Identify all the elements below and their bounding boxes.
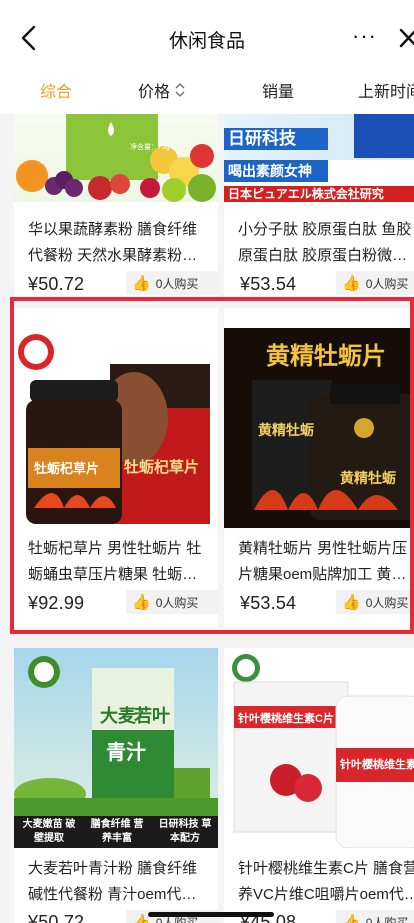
thumbs-up-icon: 👍: [342, 593, 361, 611]
box-label-juice: 青汁: [106, 742, 146, 764]
sort-tabs: 综合 价格 销量 上新时间: [0, 76, 414, 114]
feature-tag: 大麦嫩苗 破壁提取: [22, 819, 76, 844]
thumbs-up-icon: 👍: [132, 274, 151, 292]
package-net-weight: 净含量：75g: [130, 144, 170, 151]
product-card[interactable]: 牡蛎杞草片 牡蛎杞草片 牡蛎杞草片 男性牡蛎片 牡蛎蛹虫草压片糖果 牡蛎片oem…: [14, 308, 218, 628]
sold-count-label: 0人购买: [365, 915, 409, 923]
fruit-illustration: [16, 114, 216, 202]
box-label-leaf: 若叶: [134, 706, 170, 726]
product-name: 华以果蔬酵素粉 膳食纤维代餐粉 天然水果酵素粉批发: [28, 221, 198, 264]
tab-newest[interactable]: 上新时间: [358, 78, 414, 102]
product-image: 净含量：75g: [14, 114, 218, 202]
company-banner: 日本ピュアエル株式会社研究: [224, 186, 414, 202]
tab-comprehensive[interactable]: 综合: [40, 78, 72, 102]
product-name: 针叶樱桃维生素C片 膳食营养VC片维C咀嚼片oem代加工: [238, 860, 414, 903]
product-image: 日研科技 喝出素颜女神 日本ピュアエル株式会社研究: [224, 114, 414, 202]
home-indicator: [148, 912, 274, 917]
product-price: ¥92.99: [28, 593, 85, 613]
product-image: 针叶樱桃维生素C片 针叶樱桃维生素: [224, 648, 414, 848]
product-card[interactable]: 大麦 若叶 青汁 大麦嫩苗 破壁提取 膳食纤维 营养丰富 日研科技 草本配方 大…: [14, 648, 218, 923]
product-image: 牡蛎杞草片 牡蛎杞草片: [14, 328, 218, 528]
thumbs-up-icon: 👍: [342, 274, 361, 292]
top-header: 休闲食品 ···: [0, 0, 414, 76]
feature-tag: 日研科技 草本配方: [158, 819, 212, 844]
app-screen: 休闲食品 ··· 综合 价格 销量 上新时间: [0, 0, 414, 923]
sold-count-badge: 👍 0人购买: [126, 271, 218, 295]
box-label: 黄精牡蛎: [258, 422, 314, 438]
close-icon[interactable]: [398, 26, 414, 50]
product-price: ¥50.72: [28, 274, 85, 294]
product-name: 黄精牡蛎片 男性牡蛎片压片糖果oem贴牌加工 黄精片厂家: [238, 540, 408, 583]
product-headline: 黄精牡蛎片: [266, 343, 386, 370]
product-price: ¥53.54: [240, 274, 297, 294]
product-name: 大麦若叶青汁粉 膳食纤维碱性代餐粉 青汁oem代加工: [28, 860, 198, 903]
product-name: 牡蛎杞草片 男性牡蛎片 牡蛎蛹虫草压片糖果 牡蛎片oem代加工: [28, 540, 202, 583]
thumbs-up-icon: 👍: [132, 593, 151, 611]
product-card[interactable]: 黄精牡蛎片 黄精牡蛎 黄精牡蛎 黄精牡蛎片 男性牡蛎片压片糖果oem贴牌加工 黄…: [224, 308, 414, 628]
sold-count-badge: 👍 0人购买: [336, 271, 414, 295]
slogan-banner: 喝出素颜女神: [224, 160, 328, 182]
vitamin-package-illustration: [232, 654, 414, 848]
bottle-label: 黄精牡蛎: [340, 470, 396, 486]
sold-count-label: 0人购买: [365, 595, 409, 610]
tab-sales[interactable]: 销量: [262, 78, 294, 102]
product-price: ¥53.54: [240, 593, 297, 613]
supplement-package-illustration: [18, 334, 210, 524]
product-card[interactable]: 针叶樱桃维生素C片 针叶樱桃维生素 针叶樱桃维生素C片 膳食营养VC片维C咀嚼片…: [224, 648, 414, 923]
product-image: 黄精牡蛎片 黄精牡蛎 黄精牡蛎: [224, 328, 414, 528]
sold-count-label: 0人购买: [365, 276, 409, 291]
product-price: ¥50.72: [28, 912, 85, 923]
sold-count-label: 0人购买: [155, 595, 199, 610]
product-card[interactable]: 净含量：75g 华以果蔬酵素粉 膳食纤维代餐粉 天然水果酵素粉批发 ¥50.72…: [14, 114, 218, 298]
bottle-label: 针叶樱桃维生素: [340, 759, 414, 771]
product-image: 大麦 若叶 青汁 大麦嫩苗 破壁提取 膳食纤维 营养丰富 日研科技 草本配方: [14, 648, 218, 848]
thumbs-up-icon: 👍: [342, 913, 361, 923]
feature-tag: 膳食纤维 营养丰富: [90, 819, 144, 844]
box-label-barley: 大麦: [100, 706, 136, 726]
sold-count-badge: 👍 0人购买: [336, 910, 414, 923]
box-label: 牡蛎杞草片: [124, 459, 200, 476]
sold-count-badge: 👍 0人购买: [336, 590, 414, 614]
tab-price-label: 价格: [138, 84, 171, 101]
more-options-icon[interactable]: ···: [352, 25, 377, 47]
bottle-label: 牡蛎杞草片: [34, 461, 100, 476]
brand-banner: 日研科技: [224, 128, 328, 150]
sold-count-badge: 👍 0人购买: [126, 590, 218, 614]
sort-arrows-icon: [175, 83, 185, 97]
sold-count-label: 0人购买: [155, 276, 199, 291]
box-label: 针叶樱桃维生素C片: [238, 713, 334, 725]
tab-price[interactable]: 价格: [138, 78, 185, 102]
product-name: 小分子肽 胶原蛋白肽 鱼胶原蛋白肽 胶原蛋白粉微商爆款: [238, 221, 412, 264]
product-card[interactable]: 日研科技 喝出素颜女神 日本ピュアエル株式会社研究 小分子肽 胶原蛋白肽 鱼胶原…: [224, 114, 414, 298]
